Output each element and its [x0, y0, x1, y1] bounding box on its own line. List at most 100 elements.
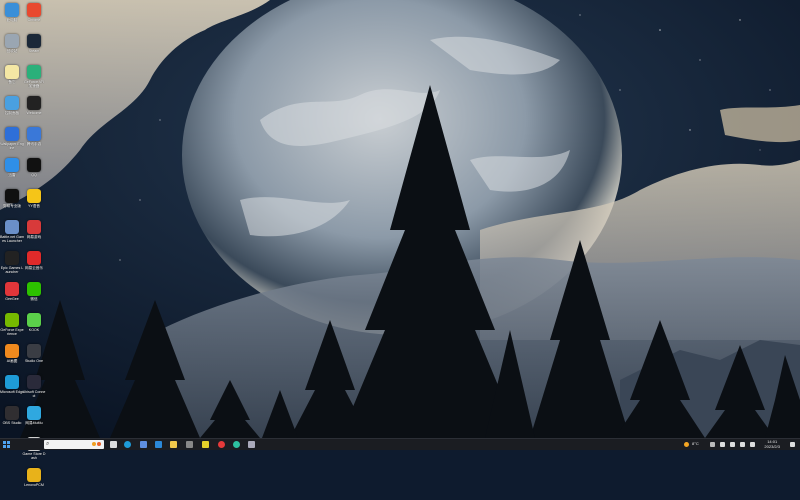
desktop-icon-label: Chrome — [27, 18, 41, 22]
desktop-icon-label: Epic Games Launcher — [0, 266, 24, 274]
tray-volume-icon[interactable] — [730, 442, 735, 447]
app-taskbar-icon-5[interactable] — [248, 441, 255, 448]
icon-control-panel[interactable]: 控制面板 — [0, 96, 24, 128]
desktop-icon-label: 迅雷 — [8, 173, 16, 177]
icon-wallpaper-engine-image — [5, 127, 19, 141]
icon-qq[interactable]: QQ — [22, 158, 46, 190]
icon-geforce-vr-image — [27, 65, 41, 79]
icon-edge[interactable]: Microsoft Edge — [0, 375, 24, 407]
desktop-icon-label: 备忘 — [8, 80, 16, 84]
icon-ai-tool[interactable]: AI画图 — [0, 344, 24, 376]
tray-network-icon[interactable] — [720, 442, 725, 447]
icon-netease-music[interactable]: 网易云音乐 — [22, 251, 46, 283]
desktop-icon-label: OBS Studio — [2, 421, 22, 425]
weather-temperature: 8°C — [692, 441, 699, 446]
icon-steam-image — [27, 34, 41, 48]
icon-this-pc-image — [5, 3, 19, 17]
icon-steam[interactable]: Steam — [22, 34, 46, 66]
icon-qq-image — [27, 158, 41, 172]
desktop-icon-label: Battle.net Games Launcher — [0, 235, 24, 243]
desktop-icon-label: 腾讯手游 — [26, 142, 42, 146]
icon-nvidia[interactable]: GeForce Experience — [0, 313, 24, 345]
icon-ubisoft[interactable]: Ubisoft Connect — [22, 375, 46, 407]
icon-welcome-image — [27, 96, 41, 110]
icon-wechat[interactable]: 微信 — [22, 282, 46, 314]
icon-app-blue-image — [5, 158, 19, 172]
icon-epic[interactable]: Epic Games Launcher — [0, 251, 24, 283]
icon-yy[interactable]: YY语音 — [22, 189, 46, 221]
icon-battlenet[interactable]: Battle.net Games Launcher — [0, 220, 24, 252]
icon-netease-mumu[interactable]: 网易MuMu — [22, 406, 46, 438]
desktop-icon-area: 此电脑回收站备忘控制面板 Wallpaper Engine 迅雷剪映专业版 Battl… — [0, 0, 50, 487]
desktop-icon-label: Studio One — [25, 359, 43, 363]
desktop-icon-label: KOOK — [28, 328, 40, 332]
edge-taskbar-icon[interactable] — [124, 441, 131, 448]
icon-geeme[interactable]: GeeGee — [0, 282, 24, 314]
desktop-icon-label: 网易游戏 — [26, 235, 42, 239]
desktop-icon-label: YY语音 — [28, 204, 40, 208]
desktop-icon-label: LenovoPCM — [24, 483, 44, 487]
desktop-icon-label: Ubisoft Connect — [22, 390, 46, 398]
icon-app-blue[interactable]: 迅雷 — [0, 158, 24, 190]
weather-icon[interactable] — [684, 442, 689, 447]
icon-studio-one-image — [27, 344, 41, 358]
windows-start-icon[interactable] — [3, 441, 10, 448]
desktop-icon-label: Wallpaper Engine — [0, 142, 24, 150]
icon-kook-image — [27, 313, 41, 327]
clock-date: 2023/2/3 — [764, 444, 780, 449]
explorer-taskbar-icon[interactable] — [170, 441, 177, 448]
icon-obs-image — [5, 406, 19, 420]
icon-chrome[interactable]: Chrome — [22, 3, 46, 35]
desktop-icon-label: 回收站 — [6, 49, 18, 53]
icon-ai-tool-image — [5, 344, 19, 358]
icon-studio-one[interactable]: Studio One — [22, 344, 46, 376]
search-highlight-icon — [97, 442, 101, 446]
app-taskbar-icon-2[interactable] — [202, 441, 209, 448]
desktop-icon-label: QQ — [31, 173, 37, 177]
icon-notepad[interactable]: 备忘 — [0, 65, 24, 97]
icon-netease-game-image — [27, 220, 41, 234]
task-view-icon[interactable] — [110, 441, 117, 448]
tray-clock[interactable]: 14:01 2023/2/3 — [764, 439, 780, 449]
desktop-icon-label: Welcome — [26, 111, 42, 115]
desktop-icon-label: Microsoft Edge — [0, 390, 24, 394]
icon-tencent[interactable]: 腾讯手游 — [22, 127, 46, 159]
app-taskbar-icon-1[interactable] — [186, 441, 193, 448]
desktop-icon-label: 微信 — [30, 297, 38, 301]
icon-geforce-vr[interactable]: GeForce VR 加速器 — [22, 65, 46, 97]
desktop-icon-label: 控制面板 — [4, 111, 20, 115]
icon-tencent-image — [27, 127, 41, 141]
icon-yy-image — [27, 189, 41, 203]
icon-welcome[interactable]: Welcome — [22, 96, 46, 128]
tray-app-icon[interactable] — [750, 442, 755, 447]
icon-capcut-image — [5, 189, 19, 203]
mail-taskbar-icon[interactable] — [155, 441, 162, 448]
icon-recycle-bin[interactable]: 回收站 — [0, 34, 24, 66]
icon-capcut[interactable]: 剪映专业版 — [0, 189, 24, 221]
icon-nvidia-image — [5, 313, 19, 327]
icon-chrome-image — [27, 3, 41, 17]
taskbar-search-input[interactable]: ⌕ — [44, 440, 104, 449]
store-taskbar-icon[interactable] — [140, 441, 147, 448]
tray-chevron-icon[interactable] — [710, 442, 715, 447]
icon-netease-game[interactable]: 网易游戏 — [22, 220, 46, 252]
app-taskbar-icon-3[interactable] — [218, 441, 225, 448]
app-taskbar-icon-4[interactable] — [233, 441, 240, 448]
icon-netease-mumu-image — [27, 406, 41, 420]
notification-icon[interactable] — [790, 442, 795, 447]
taskbar: ⌕ 8°C 14:01 2023/2/3 — [0, 438, 800, 450]
icon-obs[interactable]: OBS Studio — [0, 406, 24, 438]
icon-recycle-bin-image — [5, 34, 19, 48]
icon-netease-music-image — [27, 251, 41, 265]
icon-lenovo[interactable]: LenovoPCM — [22, 468, 46, 500]
desktop-icon-label: GeForce VR 加速器 — [24, 80, 44, 88]
icon-ubisoft-image — [27, 375, 41, 389]
icon-control-panel-image — [5, 96, 19, 110]
icon-wallpaper-engine[interactable]: Wallpaper Engine — [0, 127, 24, 159]
icon-epic-image — [5, 251, 19, 265]
icon-lenovo-image — [27, 468, 41, 482]
tray-ime-icon[interactable] — [740, 442, 745, 447]
icon-this-pc[interactable]: 此电脑 — [0, 3, 24, 35]
desktop-wallpaper — [0, 0, 800, 438]
icon-kook[interactable]: KOOK — [22, 313, 46, 345]
